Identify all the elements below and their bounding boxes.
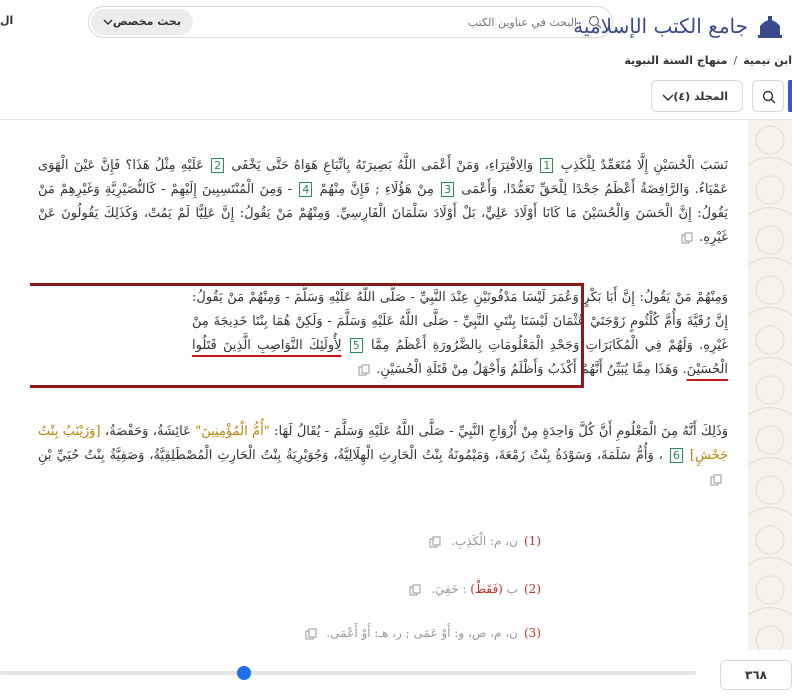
reader-toolbar: المجلد (٤) [0,78,792,116]
page-slider[interactable] [0,671,696,675]
footnote-text: ن، م: الْكَذِبِ. [451,534,518,548]
volume-select-label: المجلد (٤) [673,90,728,103]
advanced-search-label: بحث مخصص [112,15,181,28]
copy-icon[interactable] [429,536,441,548]
active-tab-indicator [788,80,792,112]
footnote-ref[interactable]: 2 [211,158,225,173]
breadcrumb: ابن تيمية / منهاج السنة النبوية [624,54,792,72]
footnote-ref[interactable]: 3 [441,182,455,197]
app-header: ال بحث مخصص جامع الكتب الإسلامية [0,0,792,50]
site-logo[interactable]: جامع الكتب الإسلامية [573,8,784,38]
logo-text: جامع الكتب الإسلامية [573,14,748,38]
header-edge-text: ال [0,14,14,27]
footnote-number: (2) [523,582,541,596]
text-segment: عَائِشَةُ، وَحَفْصَةُ، [100,424,196,439]
footnote-marker: (فَقَطْ) [470,582,503,596]
chevron-down-icon [103,19,113,26]
advanced-search-button[interactable]: بحث مخصص [91,9,193,35]
volume-select[interactable]: المجلد (٤) [651,80,743,112]
book-search-box: بحث مخصص [88,6,613,38]
footnote-number: (1) [523,534,541,548]
breadcrumb-separator: / [733,54,738,67]
page-navigation-bar [0,650,792,699]
book-text-area: نَسَبَ الْحُسَيْنِ إِلَّا مُتَعَمِّدٌ لِ… [30,120,736,650]
footnote-3: (3) ن، م، ص، و: أَوْ عَمَى ; ر، هـ: أَوْ … [299,626,541,640]
search-icon [762,90,776,104]
book-search-input[interactable] [197,8,577,36]
mosque-logo-icon [758,16,782,38]
footnote-ref[interactable]: 1 [540,158,554,173]
highlight-box [30,283,584,388]
footnote-prefix: ب [502,582,518,596]
text-segment: وَالِافْتِرَاءِ، وَمَنْ أَعْمَى اللَّهُ … [226,158,539,173]
quoted-text: "أُمُّ الْمُؤْمِنِينَ" [195,424,270,439]
footnote-ref[interactable]: 6 [669,448,683,463]
decorative-side-panel [748,120,792,650]
footnote-text: ن، م، ص، و: أَوْ عَمَى ; ر، هـ: أَوْ أَع… [326,626,518,640]
copy-icon[interactable] [305,628,317,640]
footnote-2: (2) ب (فَقَطْ) : خَفِيَ. [403,582,541,596]
search-in-book-button[interactable] [752,80,784,112]
footnote-1: (1) ن، م: الْكَذِبِ. [423,534,541,548]
text-segment: وَذَلِكَ أَنَّهُ مِنَ الْمَعْلُومِ أَنَّ… [269,424,728,439]
copy-icon[interactable] [681,232,693,244]
footnote-text: : خَفِيَ. [431,582,471,596]
breadcrumb-item-author[interactable]: ابن تيمية [743,54,792,67]
chevron-down-icon [662,94,674,102]
text-paragraph: وَذَلِكَ أَنَّهُ مِنَ الْمَعْلُومِ أَنَّ… [38,420,728,492]
breadcrumb-item-book[interactable]: منهاج السنة النبوية [624,54,727,67]
text-segment: ، وَأُمُّ سَلَمَةَ، وَسَوْدَةُ بِنْتُ زَ… [38,448,668,463]
footnote-ref[interactable]: 4 [299,182,313,197]
page-number-input[interactable] [720,660,792,690]
page-slider-thumb[interactable] [236,666,251,680]
text-segment: نَسَبَ الْحُسَيْنِ إِلَّا مُتَعَمِّدٌ لِ… [555,158,728,173]
copy-icon[interactable] [710,474,722,486]
footnote-number: (3) [523,626,541,640]
text-segment: مِنْ هَؤُلَاءِ ; فَإِنَّ مِنْهُمْ [314,182,440,197]
arabesque-pattern-icon [748,125,792,650]
text-paragraph: نَسَبَ الْحُسَيْنِ إِلَّا مُتَعَمِّدٌ لِ… [38,154,728,250]
copy-icon[interactable] [409,584,421,596]
